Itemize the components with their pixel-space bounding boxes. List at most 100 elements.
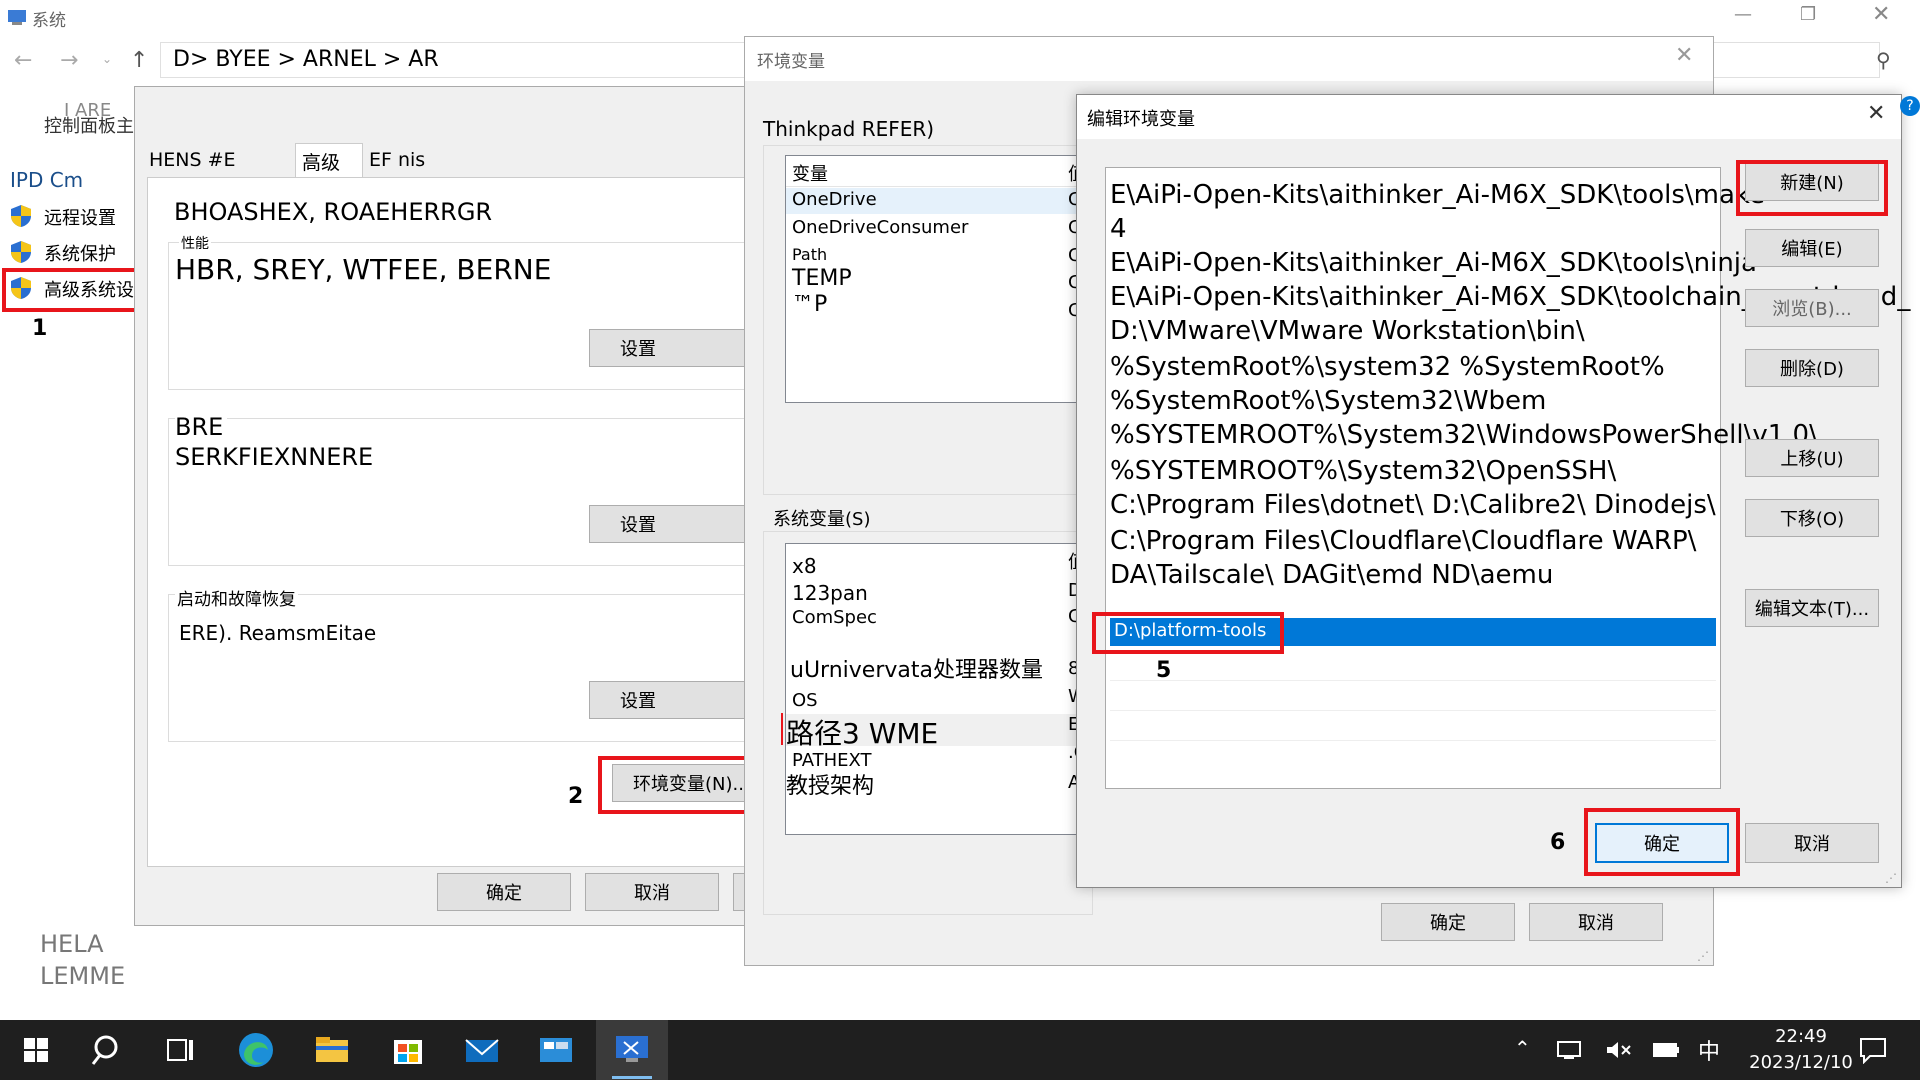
control-panel-icon[interactable] (534, 1028, 578, 1072)
list-item[interactable]: 教授架构 (786, 768, 874, 800)
back-icon[interactable]: ← (14, 48, 32, 73)
system-icon (8, 10, 26, 25)
sidebar-item-remote[interactable]: 远程设置 (8, 202, 136, 230)
path-row[interactable]: C:\Program Files\dotnet\ D:\Calibre2\ Di… (1110, 490, 1716, 520)
list-item[interactable]: OneDriveConsumer (792, 217, 968, 238)
browse-button[interactable]: 浏览(B)... (1745, 289, 1879, 327)
edge-icon[interactable] (234, 1028, 278, 1072)
store-icon[interactable] (386, 1028, 430, 1072)
list-item[interactable]: ComSpec (792, 607, 877, 628)
volume-muted-icon[interactable] (1604, 1038, 1632, 1062)
path-row[interactable]: %SystemRoot%\System32\Wbem (1110, 386, 1546, 416)
admin-note: BHOASHEX, ROAEHERRGR (174, 198, 493, 226)
sidebar-item-label: 系统保护 (44, 244, 116, 265)
start-icon[interactable] (14, 1028, 58, 1072)
battery-icon[interactable] (1652, 1040, 1682, 1060)
taskbar: ⌃ 中 22:49 2023/12/10 (0, 1020, 1920, 1080)
forward-icon[interactable]: → (60, 48, 78, 73)
edit-cancel-button[interactable]: 取消 (1745, 823, 1879, 863)
tab-advanced[interactable]: 高级 (295, 143, 363, 177)
startup-text: ERE). ReamsmEitae (179, 621, 377, 645)
notification-icon[interactable] (1858, 1036, 1888, 1064)
mail-icon[interactable] (460, 1028, 504, 1072)
list-item[interactable]: 路径3 WME (786, 712, 938, 752)
clock-date[interactable]: 2023/12/10 (1726, 1052, 1876, 1073)
chevron-up-icon[interactable]: ⌃ (1514, 1036, 1531, 1060)
env-title-bar: 环境变量 ✕ (745, 37, 1713, 81)
edit-text-button[interactable]: 编辑文本(T)... (1745, 589, 1879, 627)
list-item[interactable]: x8 (792, 554, 817, 578)
edit-button[interactable]: 编辑(E) (1745, 229, 1879, 267)
path-row[interactable]: C:\Program Files\Cloudflare\Cloudflare W… (1110, 526, 1696, 556)
highlight-box-6 (1584, 808, 1740, 876)
sidebar-item-protection[interactable]: 系统保护 (8, 238, 136, 266)
path-row[interactable]: E\AiPi-Open-Kits\aithinker_Ai-M6X_SDK\to… (1110, 180, 1765, 210)
path-row[interactable]: 4 (1110, 214, 1127, 244)
minimize-button[interactable]: — (1734, 4, 1764, 28)
delete-button[interactable]: 删除(D) (1745, 349, 1879, 387)
profile-settings-button[interactable]: 设置 (589, 505, 769, 543)
resize-grip-icon[interactable]: ⋰ (1697, 949, 1709, 963)
sidebar-item-label: 远程设置 (44, 208, 116, 229)
performance-text: HBR, SREY, WTFEE, BERNE (175, 253, 552, 286)
address-text: D> BYEE > ARNEL > AR (173, 47, 439, 72)
active-app-underline (612, 1076, 652, 1079)
system-vars-list[interactable]: 值 x8 123pan ComSpec uUrnivervata处理器数量 OS… (785, 543, 1105, 835)
sysprops-cancel-button[interactable]: 取消 (585, 873, 719, 911)
search-icon[interactable]: ⚲ (1876, 48, 1891, 72)
ime-indicator[interactable]: 中 (1698, 1034, 1720, 1066)
search-icon[interactable] (86, 1028, 130, 1072)
sysprops-ok-button[interactable]: 确定 (437, 873, 571, 911)
list-item[interactable]: uUrnivervata处理器数量 (790, 652, 1043, 684)
list-item[interactable]: OneDrive (792, 189, 877, 210)
move-up-button[interactable]: 上移(U) (1745, 439, 1879, 477)
user-vars-list[interactable]: 变量 值 OneDrive OneDriveConsumer Path TEMP… (785, 155, 1105, 403)
close-button[interactable]: ✕ (1872, 2, 1902, 27)
control-panel-home-link[interactable]: 控制面板主 (44, 112, 136, 138)
step-label-5: 5 (1156, 658, 1172, 683)
up-icon[interactable]: ↑ (130, 48, 148, 73)
system-vars-label: 系统变量(S) (773, 509, 871, 530)
path-row[interactable]: D:\VMware\VMware Workstation\bin\ (1110, 316, 1585, 346)
move-down-button[interactable]: 下移(O) (1745, 499, 1879, 537)
list-item[interactable]: TEMP (792, 266, 852, 291)
path-row[interactable]: %SYSTEMROOT%\System32\WindowsPowerShell\… (1110, 420, 1818, 450)
edit-close-icon[interactable]: ✕ (1867, 101, 1885, 126)
tab-hardware[interactable]: HENS #E (143, 143, 291, 173)
user-col-header (786, 156, 1104, 187)
list-item[interactable]: 123pan (792, 581, 868, 605)
tab-remote[interactable]: EF nis (363, 143, 523, 173)
startup-settings-button[interactable]: 设置 (589, 681, 769, 719)
help-icon[interactable]: ? (1900, 96, 1920, 116)
text-cursor (781, 713, 783, 745)
chevron-down-icon[interactable]: ⌄ (102, 52, 112, 66)
env-close-icon[interactable]: ✕ (1675, 43, 1693, 68)
task-view-icon[interactable] (158, 1028, 202, 1072)
list-item[interactable]: Path (792, 245, 827, 264)
edit-title-bar: 编辑环境变量 ✕ (1077, 95, 1901, 139)
startup-group: 启动和故障恢复 ERE). ReamsmEitae 设置 (168, 585, 769, 742)
system-app-icon[interactable] (610, 1028, 654, 1072)
clock-time[interactable]: 22:49 (1756, 1026, 1846, 1047)
network-icon[interactable] (1556, 1038, 1584, 1062)
maximize-button[interactable]: ❐ (1800, 4, 1830, 28)
resize-grip-icon[interactable]: ⋰ (1885, 871, 1897, 885)
file-explorer-icon[interactable] (310, 1028, 354, 1072)
sidebar-heading: IPD Cm (10, 168, 84, 192)
env-ok-button[interactable]: 确定 (1381, 903, 1515, 941)
performance-settings-button[interactable]: 设置 (589, 329, 769, 367)
path-list[interactable]: E\AiPi-Open-Kits\aithinker_Ai-M6X_SDK\to… (1105, 167, 1910, 789)
path-row[interactable]: %SystemRoot%\system32 %SystemRoot% (1110, 352, 1665, 382)
env-cancel-button[interactable]: 取消 (1529, 903, 1663, 941)
highlight-box-5 (1092, 612, 1284, 654)
highlight-box-1 (2, 268, 146, 312)
path-row[interactable]: %SYSTEMROOT%\System32\OpenSSH\ (1110, 456, 1616, 486)
list-item[interactable]: OS (792, 690, 818, 711)
shield-icon (11, 205, 31, 227)
highlight-box-2 (598, 756, 766, 814)
footer-text-1: HELA (40, 930, 104, 958)
startup-legend: 启动和故障恢复 (175, 585, 298, 610)
path-row[interactable]: E\AiPi-Open-Kits\aithinker_Ai-M6X_SDK\to… (1110, 248, 1757, 278)
path-row[interactable]: DA\Tailscale\ DAGit\emd ND\aemu (1110, 560, 1553, 590)
list-item[interactable]: ™P (792, 292, 827, 317)
